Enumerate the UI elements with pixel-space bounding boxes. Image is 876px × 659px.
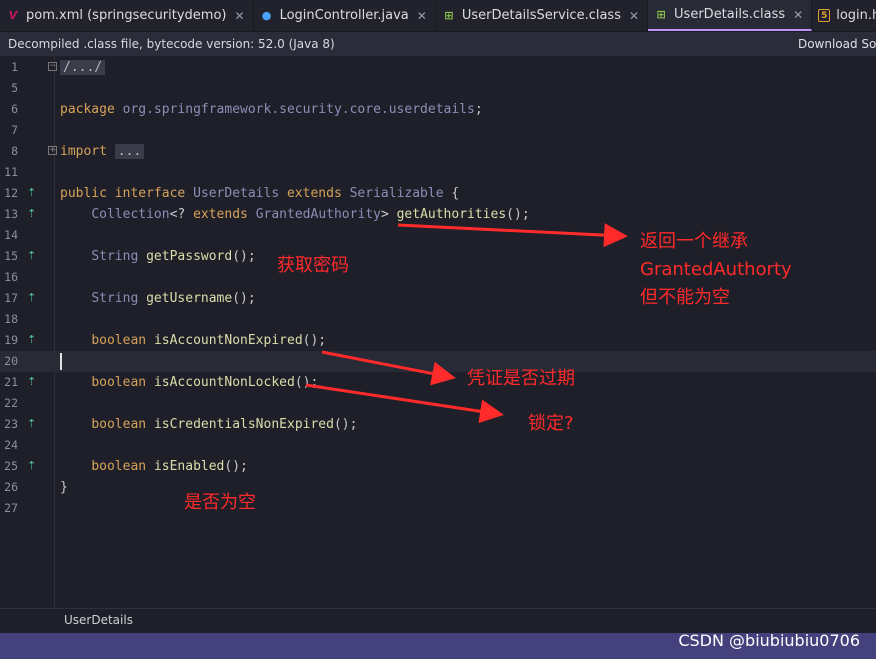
- download-sources-link[interactable]: Download Sou: [798, 37, 876, 51]
- line-number: 25: [4, 459, 18, 473]
- code-text: boolean isAccountNonExpired();: [91, 333, 327, 348]
- code-line[interactable]: 5: [0, 78, 876, 99]
- code-line[interactable]: 17 ⇡ String getUsername();: [0, 288, 876, 309]
- csdn-watermark: CSDN @biubiubiu0706: [678, 631, 860, 650]
- tab-userdetailsservice-class[interactable]: ⊞ UserDetailsService.class ✕: [436, 0, 649, 31]
- line-number: 16: [4, 270, 18, 284]
- line-number: 19: [4, 333, 18, 347]
- code-line[interactable]: 11: [0, 162, 876, 183]
- tab-label: login.html: [836, 8, 876, 23]
- line-number: 8: [11, 144, 18, 158]
- code-text: }: [60, 480, 68, 495]
- code-text: public interface UserDetails extends Ser…: [60, 186, 460, 201]
- code-line[interactable]: 13 ⇡ Collection<? extends GrantedAuthorit…: [0, 204, 876, 225]
- breadcrumb-item[interactable]: UserDetails: [64, 613, 133, 627]
- line-number: 24: [4, 438, 18, 452]
- code-line[interactable]: 1 −/.../: [0, 57, 876, 78]
- code-line[interactable]: 20: [0, 351, 876, 372]
- line-number: 11: [4, 165, 18, 179]
- code-line[interactable]: 26}: [0, 477, 876, 498]
- tab-logincontroller-java[interactable]: ● LoginController.java ✕: [254, 0, 436, 31]
- line-number: 20: [4, 354, 18, 368]
- breadcrumb-bar: UserDetails: [0, 608, 876, 633]
- maven-icon: V: [8, 9, 18, 22]
- implemented-marker-icon[interactable]: ⇡: [27, 291, 36, 305]
- code-text: boolean isEnabled();: [91, 459, 248, 474]
- text-caret: [60, 353, 62, 370]
- code-line[interactable]: 8 + import ...: [0, 141, 876, 162]
- implemented-marker-icon[interactable]: ⇡: [27, 333, 36, 347]
- annotation-password: 获取密码: [277, 255, 349, 276]
- code-line[interactable]: 22: [0, 393, 876, 414]
- tab-userdetails-class[interactable]: ⊞ UserDetails.class ✕: [648, 0, 813, 31]
- line-number: 27: [4, 501, 18, 515]
- line-number: 6: [11, 102, 18, 116]
- code-line[interactable]: 6 package org.springframework.security.co…: [0, 99, 876, 120]
- line-number: 7: [11, 123, 18, 137]
- line-number: 23: [4, 417, 18, 431]
- editor-tab-bar: Vpom.xml (springsecuritydemo) ✕ ● LoginCont…: [0, 0, 876, 32]
- class-file-icon: ⊞: [656, 8, 666, 21]
- tab-label: UserDetails.class: [674, 7, 786, 22]
- annotation-authorities-line3: 但不能为空: [640, 287, 730, 308]
- tab-label: pom.xml (springsecuritydemo): [26, 8, 227, 23]
- code-line[interactable]: 27: [0, 498, 876, 519]
- code-line[interactable]: 18: [0, 309, 876, 330]
- decompiled-banner-text: Decompiled .class file, bytecode version…: [8, 37, 335, 51]
- tab-login-html[interactable]: 5login.html✕: [812, 0, 876, 31]
- class-file-icon: ⊞: [444, 9, 454, 22]
- code-text: String getPassword();: [91, 249, 256, 264]
- code-line[interactable]: 25 ⇡ boolean isEnabled();: [0, 456, 876, 477]
- decompiled-banner: Decompiled .class file, bytecode version…: [0, 32, 876, 56]
- line-number: 13: [4, 207, 18, 221]
- line-number: 18: [4, 312, 18, 326]
- code-text: package org.springframework.security.cor…: [60, 102, 483, 117]
- code-line[interactable]: 24: [0, 435, 876, 456]
- code-text: import ...: [60, 141, 145, 162]
- line-number: 15: [4, 249, 18, 263]
- annotation-locked: 锁定?: [528, 413, 574, 434]
- code-text: /.../: [60, 57, 106, 78]
- code-line[interactable]: 7: [0, 120, 876, 141]
- implemented-marker-icon[interactable]: ⇡: [27, 375, 36, 389]
- implemented-marker-icon[interactable]: ⇡: [27, 207, 36, 221]
- line-number: 17: [4, 291, 18, 305]
- close-icon[interactable]: ✕: [629, 9, 639, 23]
- annotation-authorities-line1: 返回一个继承: [640, 231, 748, 252]
- fold-toggle-icon[interactable]: −: [48, 62, 57, 71]
- code-editor[interactable]: 1 −/.../ 5 6 package org.springframework.sec…: [0, 56, 876, 608]
- java-class-icon: ●: [261, 9, 272, 22]
- code-line[interactable]: 23 ⇡ boolean isCredentialsNonExpired();: [0, 414, 876, 435]
- implemented-marker-icon[interactable]: ⇡: [27, 249, 36, 263]
- line-number: 5: [11, 81, 18, 95]
- line-number: 26: [4, 480, 18, 494]
- html-icon: 5: [818, 9, 831, 22]
- close-icon[interactable]: ✕: [235, 9, 245, 23]
- code-line[interactable]: 19 ⇡ boolean isAccountNonExpired();: [0, 330, 876, 351]
- line-number: 21: [4, 375, 18, 389]
- tab-label: UserDetailsService.class: [461, 8, 621, 23]
- implemented-marker-icon[interactable]: ⇡: [27, 459, 36, 473]
- code-line[interactable]: 12 ⇡ public interface UserDetails extends …: [0, 183, 876, 204]
- annotation-authorities-line2: GrantedAuthorty: [640, 259, 792, 280]
- code-text: String getUsername();: [91, 291, 256, 306]
- fold-toggle-icon[interactable]: +: [48, 146, 57, 155]
- code-line[interactable]: 21 ⇡ boolean isAccountNonLocked();: [0, 372, 876, 393]
- tab-pom-xml-springsecuritydemo[interactable]: Vpom.xml (springsecuritydemo) ✕: [0, 0, 254, 31]
- code-text: boolean isAccountNonLocked();: [91, 375, 319, 390]
- annotation-enabled: 是否为空: [184, 492, 256, 513]
- code-text: boolean isCredentialsNonExpired();: [91, 417, 358, 432]
- line-number: 14: [4, 228, 18, 242]
- annotation-expired: 凭证是否过期: [467, 368, 575, 389]
- close-icon[interactable]: ✕: [417, 9, 427, 23]
- line-number: 1: [11, 60, 18, 74]
- implemented-marker-icon[interactable]: ⇡: [27, 417, 36, 431]
- close-icon[interactable]: ✕: [793, 8, 803, 22]
- line-number: 12: [4, 186, 18, 200]
- line-number: 22: [4, 396, 18, 410]
- implemented-marker-icon[interactable]: ⇡: [27, 186, 36, 200]
- tab-label: LoginController.java: [279, 8, 409, 23]
- code-text: Collection<? extends GrantedAuthority> g…: [91, 207, 530, 222]
